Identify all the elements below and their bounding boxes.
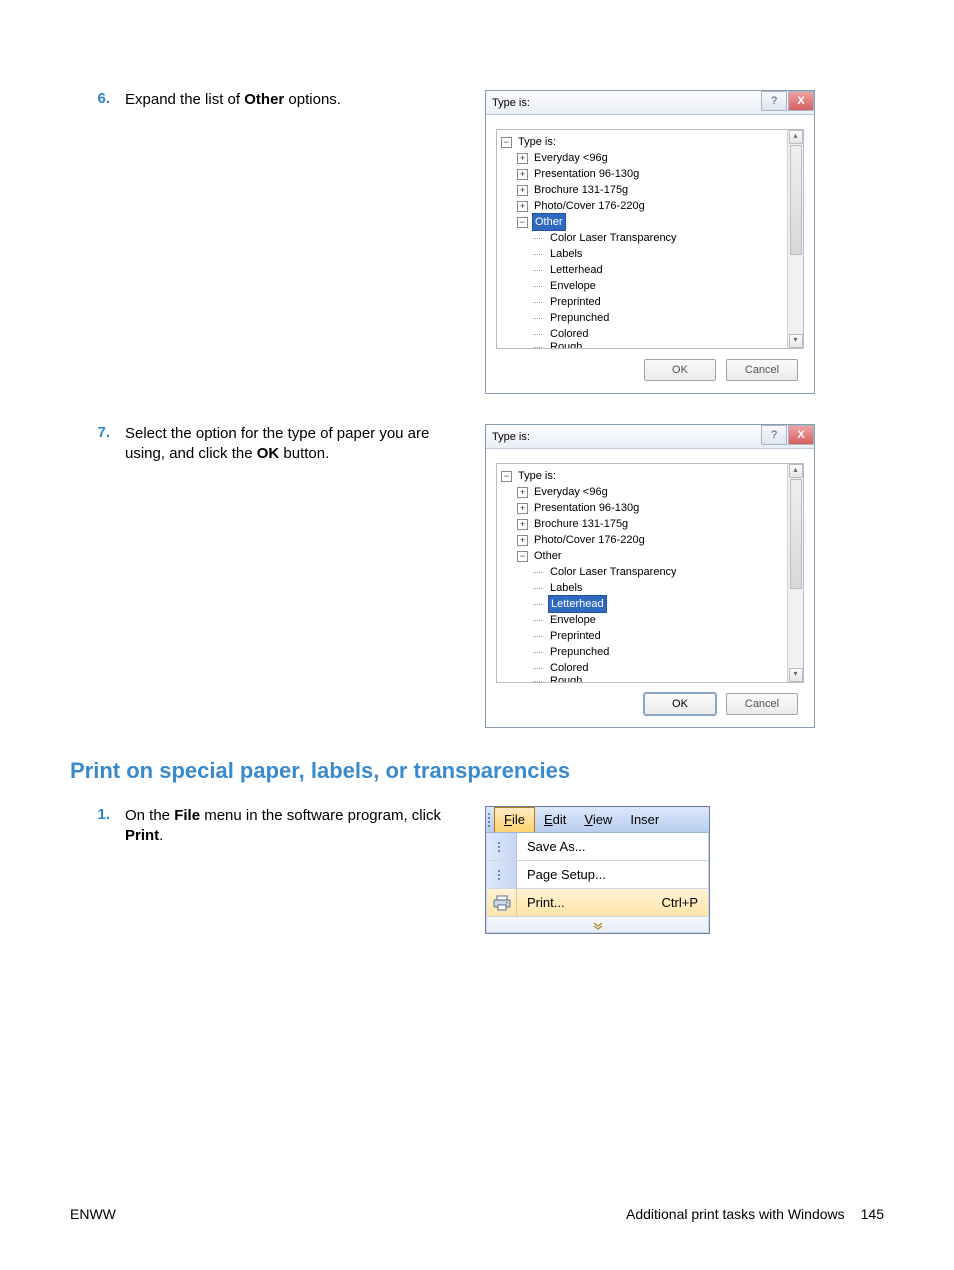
step-number: 7. [70,424,125,441]
shortcut-label: Ctrl+P [662,895,708,910]
footer-left: ENWW [70,1206,116,1222]
expand-icon[interactable] [517,535,528,546]
ok-button[interactable]: OK [644,693,716,715]
tree-item-letterhead[interactable]: Letterhead [548,595,607,613]
scroll-thumb[interactable] [790,145,802,255]
step-text: Expand the list of Other options. [125,90,485,110]
menu-view[interactable]: View [575,807,621,832]
collapse-icon[interactable] [517,217,528,228]
menu-item-print[interactable]: Print... Ctrl+P [486,889,709,917]
menu-item-save-as[interactable]: Save As... [486,833,709,861]
type-is-dialog: Type is: ? X Type is: Everyday <96g Pres… [485,424,815,728]
type-tree[interactable]: Type is: Everyday <96g Presentation 96-1… [497,464,787,682]
expand-icon[interactable] [517,153,528,164]
expand-icon[interactable] [517,519,528,530]
scrollbar[interactable]: ▴ ▾ [787,130,803,348]
step-number: 1. [70,806,125,823]
close-button[interactable]: X [788,425,814,445]
type-tree[interactable]: Type is: Everyday <96g Presentation 96-1… [497,130,787,348]
menu-edit[interactable]: Edit [535,807,575,832]
collapse-icon[interactable] [501,471,512,482]
menu-insert[interactable]: Inser [621,807,668,832]
scroll-thumb[interactable] [790,479,802,589]
grip-icon [486,807,494,832]
scrollbar[interactable]: ▴ ▾ [787,464,803,682]
close-button[interactable]: X [788,91,814,111]
expand-menu-icon[interactable] [486,917,709,933]
expand-icon[interactable] [517,503,528,514]
help-button[interactable]: ? [761,91,787,111]
collapse-icon[interactable] [517,551,528,562]
file-menu: File Edit View Inser Save As... Page Set… [485,806,710,934]
section-heading: Print on special paper, labels, or trans… [70,758,884,784]
dialog-title: Type is: [492,97,530,109]
expand-icon[interactable] [517,201,528,212]
scroll-down-icon[interactable]: ▾ [789,334,803,348]
menu-file[interactable]: File [494,807,535,832]
expand-icon[interactable] [517,185,528,196]
collapse-icon[interactable] [501,137,512,148]
step-number: 6. [70,90,125,107]
printer-icon [487,889,517,916]
footer-right: Additional print tasks with Windows145 [626,1206,884,1222]
menu-item-page-setup[interactable]: Page Setup... [486,861,709,889]
page-number: 145 [861,1206,884,1222]
ok-button[interactable]: OK [644,359,716,381]
scroll-down-icon[interactable]: ▾ [789,668,803,682]
tree-item-other[interactable]: Other [532,213,566,231]
cancel-button[interactable]: Cancel [726,359,798,381]
expand-icon[interactable] [517,487,528,498]
step-text: On the File menu in the software program… [125,806,485,847]
help-button[interactable]: ? [761,425,787,445]
cancel-button[interactable]: Cancel [726,693,798,715]
scroll-up-icon[interactable]: ▴ [789,464,803,478]
step-text: Select the option for the type of paper … [125,424,485,465]
dialog-title: Type is: [492,431,530,443]
expand-icon[interactable] [517,169,528,180]
type-is-dialog: Type is: ? X Type is: Everyday <96g Pres… [485,90,815,394]
scroll-up-icon[interactable]: ▴ [789,130,803,144]
